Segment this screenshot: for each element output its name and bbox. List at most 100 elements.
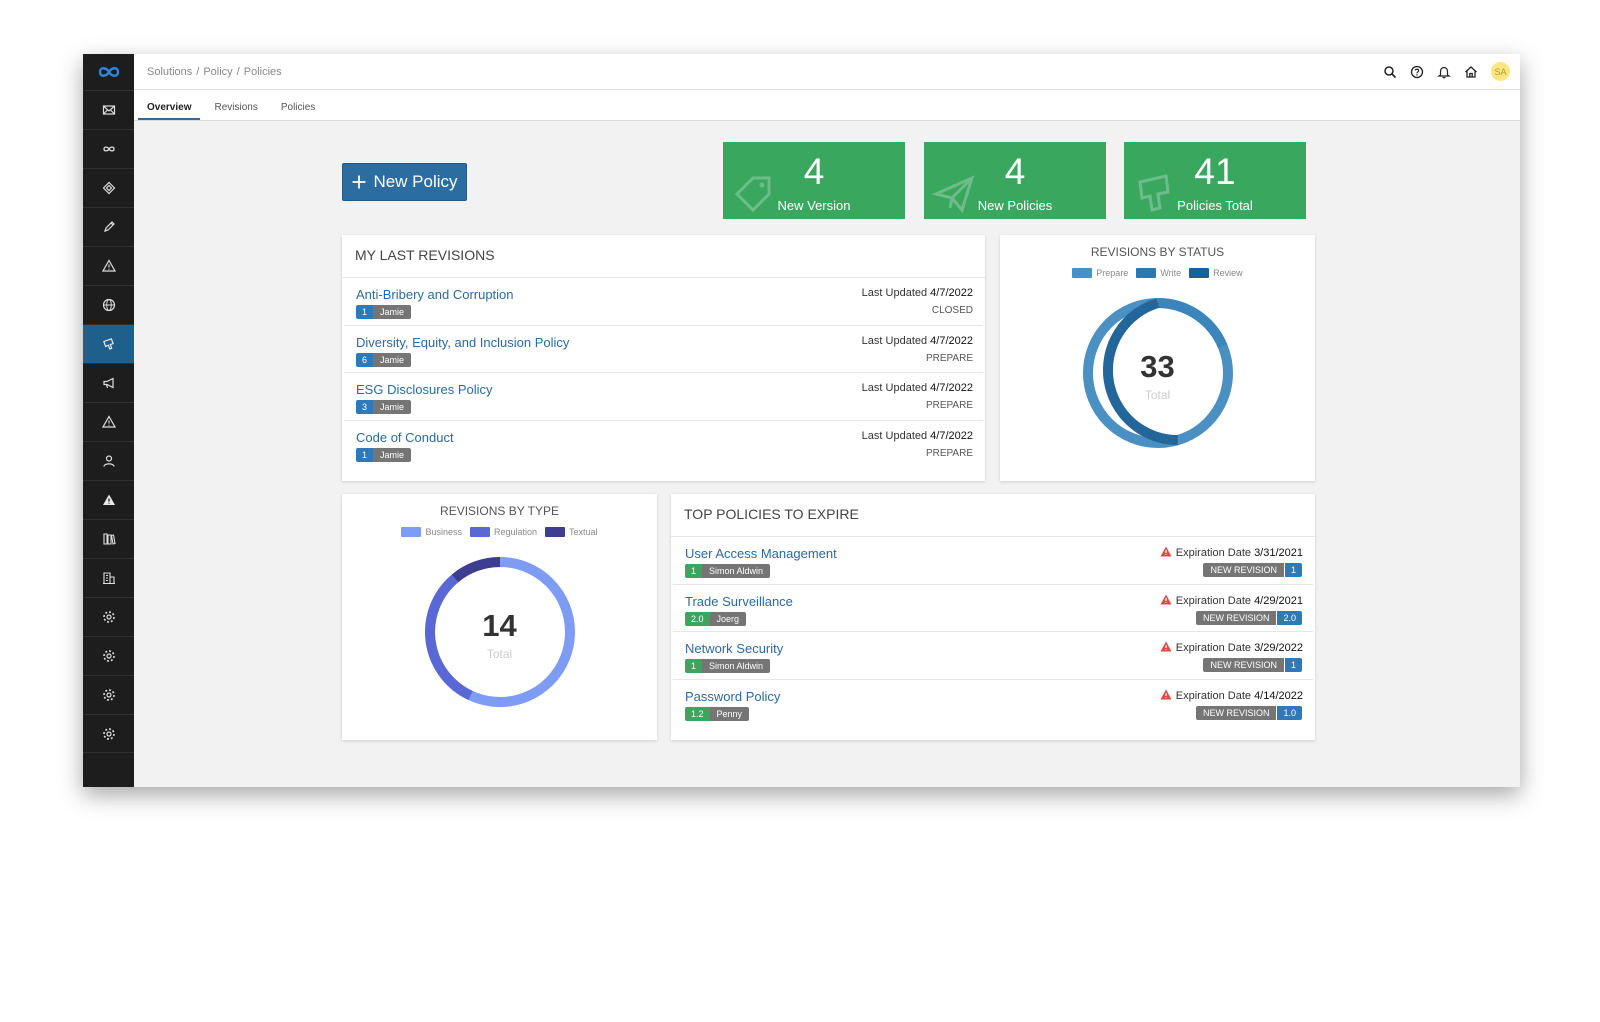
sidebar-item-library[interactable]: [83, 519, 134, 558]
sidebar-item-settings-2[interactable]: [83, 636, 134, 675]
top-bar-actions: SA: [1383, 62, 1510, 81]
sidebar-item-tasks[interactable]: [83, 207, 134, 246]
revision-title-link[interactable]: ESG Disclosures Policy: [356, 382, 493, 397]
new-revision-action[interactable]: NEW REVISION 2.0: [1195, 610, 1302, 625]
breadcrumb-item-policies: Policies: [243, 65, 282, 78]
list-item: Password Policy 1.2 Penny Expiration Dat…: [673, 680, 1313, 728]
list-item: Anti-Bribery and Corruption 1 Jamie Last…: [344, 278, 983, 326]
home-icon[interactable]: [1464, 65, 1478, 79]
new-revision-action[interactable]: NEW REVISION 1.0: [1195, 705, 1302, 720]
donut-segment-prepare-upper[interactable]: [1157, 298, 1227, 349]
breadcrumb-item-solutions[interactable]: Solutions: [147, 66, 192, 78]
next-version-badge: 1: [1283, 658, 1302, 672]
legend-label: Business: [425, 527, 462, 537]
new-revision-label: NEW REVISION: [1195, 610, 1277, 625]
sidebar-item-settings-4[interactable]: [83, 714, 134, 753]
sidebar-item-entities[interactable]: [83, 558, 134, 597]
sidebar-item-incidents[interactable]: [83, 402, 134, 441]
next-version-badge: 2.0: [1276, 610, 1302, 625]
policy-stamp-icon: [102, 338, 114, 350]
plus-icon: [352, 175, 366, 189]
sidebar-item-settings-1[interactable]: [83, 597, 134, 636]
sidebar-item-alerts[interactable]: [83, 480, 134, 519]
donut-total: 14: [482, 608, 517, 643]
search-icon[interactable]: [1383, 65, 1397, 79]
app-logo[interactable]: [83, 54, 134, 90]
sidebar-item-controls[interactable]: [83, 168, 134, 207]
last-updated-label: Last Updated: [861, 429, 928, 442]
legend-item-prepare[interactable]: Prepare: [1072, 268, 1128, 278]
policy-title-link[interactable]: Network Security: [685, 641, 783, 656]
legend-swatch: [1072, 268, 1093, 278]
version-badge: 1: [685, 659, 703, 673]
legend-swatch: [1136, 268, 1157, 278]
status-text: PREPARE: [925, 352, 973, 364]
legend-swatch: [469, 527, 490, 537]
breadcrumb: Solutions / Policy / Policies: [147, 66, 282, 78]
breadcrumb-separator: /: [196, 65, 200, 78]
new-revision-action[interactable]: NEW REVISION 1: [1203, 658, 1302, 672]
new-policy-button[interactable]: New Policy: [342, 163, 467, 201]
sidebar-item-policy[interactable]: [83, 324, 134, 363]
revision-title-link[interactable]: Diversity, Equity, and Inclusion Policy: [356, 335, 569, 350]
sidebar-item-global[interactable]: [83, 285, 134, 324]
tab-overview[interactable]: Overview: [138, 102, 201, 120]
diamond-icon: [102, 181, 115, 195]
stat-label: Policies Total: [1177, 198, 1253, 213]
expiration-label: Expiration Date: [1175, 547, 1251, 559]
warning-icon: [101, 259, 116, 272]
breadcrumb-separator: /: [236, 65, 240, 78]
policy-title-link[interactable]: Password Policy: [685, 689, 780, 704]
donut-segment-textual[interactable]: [451, 557, 500, 583]
user-avatar[interactable]: SA: [1491, 62, 1510, 81]
legend-item-write[interactable]: Write: [1136, 268, 1181, 278]
stat-value: 41: [1194, 151, 1236, 192]
legend-swatch: [545, 527, 566, 537]
sidebar-item-inbox[interactable]: [83, 90, 134, 129]
stat-label: New Policies: [977, 198, 1053, 213]
chart-legend: Business Regulation Textual: [342, 527, 657, 537]
next-version-badge: 1: [1283, 563, 1302, 577]
tab-policies[interactable]: Policies: [272, 102, 324, 120]
legend-item-regulation[interactable]: Regulation: [469, 527, 537, 537]
list-item: Code of Conduct 1 Jamie Last Updated 4/7…: [344, 421, 983, 469]
sidebar: [83, 54, 134, 787]
bell-icon[interactable]: [1437, 65, 1451, 79]
legend-item-business[interactable]: Business: [401, 527, 462, 537]
user-icon: [102, 455, 115, 467]
expiration-date: Expiration Date 3/31/2021: [1160, 546, 1303, 559]
legend-item-textual[interactable]: Textual: [545, 527, 598, 537]
sidebar-item-solutions[interactable]: [83, 129, 134, 168]
stat-label: New Version: [777, 198, 851, 213]
tab-revisions[interactable]: Revisions: [205, 102, 266, 120]
last-updated-label: Last Updated: [861, 382, 928, 394]
sidebar-item-announcements[interactable]: [83, 363, 134, 402]
alert-filled-icon: [102, 494, 115, 505]
stat-value: 4: [1004, 151, 1026, 192]
stat-new-version[interactable]: 4 New Version: [723, 142, 905, 219]
list-item: User Access Management 1 Simon Aldwin Ex…: [673, 537, 1313, 585]
last-updated-date: 4/7/2022: [930, 287, 973, 299]
stat-policies-total[interactable]: 41 Policies Total: [1124, 142, 1306, 219]
revision-tags: 6 Jamie: [356, 352, 412, 367]
revision-title-link[interactable]: Code of Conduct: [356, 430, 454, 445]
legend-item-review[interactable]: Review: [1189, 268, 1243, 278]
sidebar-item-users[interactable]: [83, 441, 134, 480]
new-policy-label: New Policy: [373, 172, 458, 191]
sidebar-item-risks[interactable]: [83, 246, 134, 285]
top-expire-card: TOP POLICIES TO EXPIRE User Access Manag…: [671, 494, 1315, 740]
revision-list: Anti-Bribery and Corruption 1 Jamie Last…: [342, 278, 985, 468]
breadcrumb-item-policy[interactable]: Policy: [203, 66, 232, 78]
gear-icon: [102, 611, 115, 623]
new-revision-label: NEW REVISION: [1203, 563, 1284, 577]
expiration-value: 4/29/2021: [1254, 594, 1303, 607]
help-icon[interactable]: [1410, 65, 1424, 79]
stat-new-policies[interactable]: 4 New Policies: [924, 142, 1106, 219]
envelope-icon: [102, 105, 115, 115]
policy-title-link[interactable]: Trade Surveillance: [685, 594, 793, 609]
policy-title-link[interactable]: User Access Management: [685, 546, 837, 561]
revision-title-link[interactable]: Anti-Bribery and Corruption: [356, 287, 514, 302]
user-badge: Penny: [709, 706, 750, 721]
sidebar-item-settings-3[interactable]: [83, 675, 134, 714]
new-revision-action[interactable]: NEW REVISION 1: [1203, 563, 1302, 577]
